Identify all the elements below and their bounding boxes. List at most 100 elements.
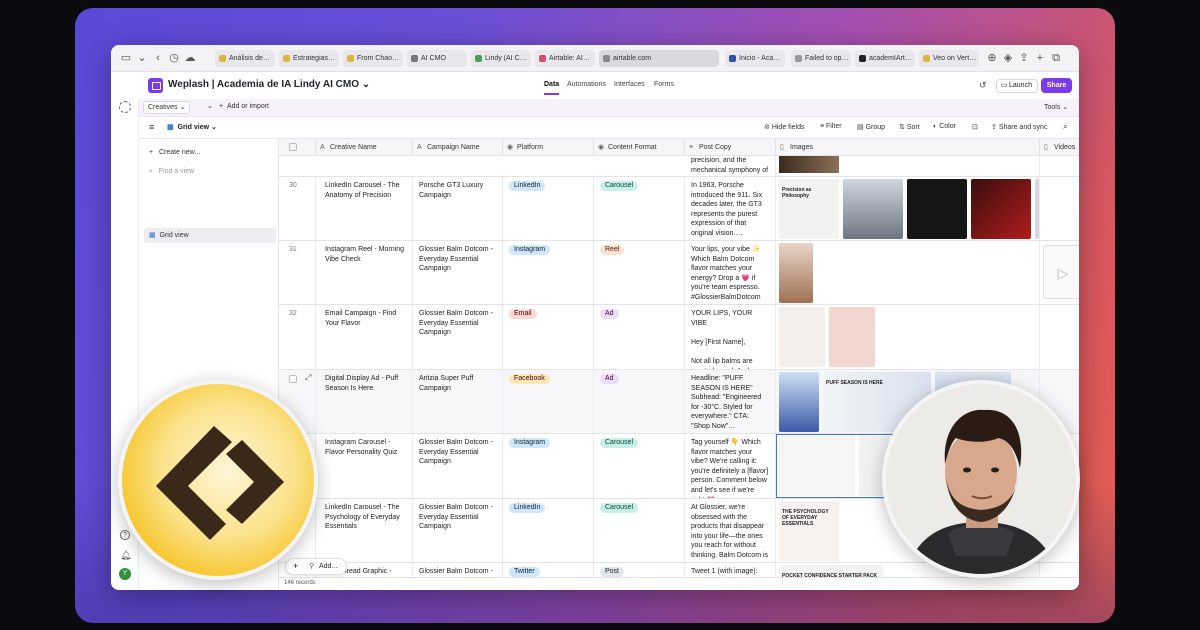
videos-cell[interactable] [1040, 156, 1079, 176]
image-thumbnail[interactable] [971, 179, 1031, 239]
tab-interfaces[interactable]: Interfaces [614, 81, 645, 88]
image-thumbnail[interactable]: THE PSYCHOLOGY OF EVERYDAY ESSENTIALS [779, 501, 839, 561]
platform-cell[interactable]: Instagram [503, 434, 594, 498]
shield-icon[interactable]: ◈ [1001, 51, 1015, 65]
image-thumbnail[interactable] [779, 372, 819, 432]
row-number-cell[interactable]: 32 [279, 305, 316, 369]
image-thumbnail[interactable] [843, 179, 903, 239]
platform-cell[interactable]: Twitter [503, 563, 594, 577]
filter-button[interactable]: ≡ Filter [820, 123, 842, 130]
download-icon[interactable]: ⊕ [985, 51, 999, 65]
post-copy-cell[interactable]: In 1963, Porsche introduced the 911. Six… [685, 177, 776, 240]
image-thumbnail[interactable] [779, 307, 825, 367]
content-format-cell[interactable]: Post [594, 563, 685, 577]
add-import-button[interactable]: + Add or import [219, 103, 269, 110]
images-cell[interactable]: Precision as Philosophy [776, 177, 1040, 240]
tab-forms[interactable]: Forms [654, 81, 674, 88]
campaign-name-cell[interactable]: Glossier Balm Dotcom - Everyday Essentia… [413, 434, 503, 498]
expand-record-icon[interactable]: ⤢ [305, 373, 311, 383]
creative-name-cell[interactable]: Instagram Carousel - Flavor Personality … [316, 434, 413, 498]
post-copy-cell[interactable]: Headline: "PUFF SEASON IS HERE" Subhead:… [685, 370, 776, 433]
column-header-content-format[interactable]: ◉ Content Format [594, 139, 685, 156]
post-copy-cell[interactable]: Your lips, your vibe ✨ Which Balm Dotcom… [685, 241, 776, 304]
videos-cell[interactable] [1040, 563, 1079, 577]
back-icon[interactable]: ‹ [151, 51, 165, 65]
content-format-cell[interactable]: Carousel [594, 499, 685, 562]
content-format-cell[interactable]: Ad [594, 370, 685, 433]
browser-tab[interactable]: academIArt… [855, 50, 915, 67]
sidebar-item-grid-view[interactable]: ▦ Grid view [144, 228, 276, 243]
row-height-icon[interactable]: ⊡ [972, 123, 978, 131]
browser-tab[interactable]: Análisis de… [215, 50, 275, 67]
platform-cell[interactable]: LinkedIn [503, 177, 594, 240]
create-new-view-button[interactable]: + Create new... [149, 149, 200, 156]
post-copy-cell[interactable]: Tag yourself 👇 Which flavor matches your… [685, 434, 776, 498]
table-row[interactable]: 31 Instagram Reel - Morning Vibe Check Glo… [279, 241, 1079, 305]
column-header-platform[interactable]: ◉ Platform [503, 139, 594, 156]
share-button[interactable]: Share [1041, 78, 1072, 93]
group-button[interactable]: ▤ Group [857, 123, 885, 131]
column-header-post-copy[interactable]: ≡ Post Copy [685, 139, 776, 156]
image-thumbnail[interactable] [829, 307, 875, 367]
tab-overview-icon[interactable]: ⧉ [1049, 51, 1063, 65]
campaign-name-cell[interactable]: Porsche GT3 Luxury Campaign [413, 177, 503, 240]
platform-cell[interactable]: Instagram [503, 241, 594, 304]
sort-button[interactable]: ⇅ Sort [899, 123, 920, 131]
image-thumbnail[interactable] [907, 179, 967, 239]
video-play-icon[interactable]: ▷ [1043, 245, 1079, 299]
history-icon[interactable]: ◷ [167, 51, 181, 65]
post-copy-cell[interactable]: precision, and the mechanical symphony o… [685, 156, 776, 176]
tab-automations[interactable]: Automations [567, 81, 606, 88]
campaign-name-cell[interactable]: Glossier Balm Dotcom - Everyday Essentia… [413, 499, 503, 562]
creative-name-cell[interactable]: LinkedIn Carousel - The Anatomy of Preci… [316, 177, 413, 240]
select-all-header[interactable] [279, 139, 316, 156]
sidebar-toggle-icon[interactable]: ▭ [119, 51, 133, 65]
image-thumbnail[interactable] [779, 436, 855, 496]
chevron-down-icon[interactable]: ⌄ [135, 51, 149, 65]
column-header-images[interactable]: ▯ Images [776, 139, 1040, 156]
videos-cell[interactable]: ▷ [1040, 241, 1079, 304]
share-sync-button[interactable]: ⇪ Share and sync [991, 123, 1047, 131]
campaign-name-cell[interactable]: Aritzia Super Puff Campaign [413, 370, 503, 433]
browser-tab[interactable]: Inicio - Aca… [725, 50, 785, 67]
images-cell[interactable] [776, 241, 1040, 304]
column-header-campaign-name[interactable]: A Campaign Name [413, 139, 503, 156]
table-row[interactable]: precision, and the mechanical symphony o… [279, 156, 1079, 177]
browser-tab[interactable]: Airtable: AI… [535, 50, 595, 67]
new-tab-icon[interactable]: + [1033, 51, 1047, 65]
column-header-videos[interactable]: ▯ Videos [1040, 139, 1079, 156]
images-cell[interactable] [776, 156, 1040, 176]
column-header-creative-name[interactable]: A Creative Name [316, 139, 413, 156]
row-number-cell[interactable]: 30 [279, 177, 316, 240]
menu-icon[interactable]: ≡ [149, 122, 154, 132]
creative-name-cell[interactable]: Email Campaign - Find Your Flavor [316, 305, 413, 369]
browser-tab[interactable]: AI CMO [407, 50, 467, 67]
share-icon[interactable]: ⇪ [1017, 51, 1031, 65]
row-number-cell[interactable]: 31 [279, 241, 316, 304]
content-format-cell[interactable]: Reel [594, 241, 685, 304]
browser-tab[interactable]: Failed to op… [791, 50, 851, 67]
post-copy-cell[interactable]: Tweet 1 (with image): [685, 563, 776, 577]
image-thumbnail[interactable] [779, 156, 839, 173]
image-thumbnail[interactable]: POCKET CONFIDENCE STARTER PACK [779, 565, 883, 577]
platform-cell[interactable]: LinkedIn [503, 499, 594, 562]
checkbox[interactable] [289, 143, 297, 152]
table-tab-creatives[interactable]: Creatives ⌄ [143, 101, 191, 114]
current-view-switcher[interactable]: ▦ Grid view ⌄ [167, 123, 217, 131]
browser-tab[interactable]: airtable.com [599, 50, 719, 67]
loading-icon[interactable] [119, 101, 131, 113]
content-format-cell[interactable]: Ad [594, 305, 685, 369]
campaign-name-cell[interactable]: Glossier Balm Dotcom - Everyday Essentia… [413, 305, 503, 369]
tools-menu[interactable]: Tools ⌄ [1044, 103, 1068, 111]
image-thumbnail[interactable]: Precision as Philosophy [779, 179, 839, 239]
browser-tab[interactable]: Veo on Vert… [919, 50, 979, 67]
history-icon[interactable]: ↺ [979, 80, 987, 91]
content-format-cell[interactable]: Carousel [594, 177, 685, 240]
base-title[interactable]: Weplash | Academia de IA Lindy AI CMO ⌄ [168, 79, 370, 90]
campaign-name-cell[interactable]: Glossier Balm Dotcom - [413, 563, 503, 577]
find-view-input[interactable]: ⌕ Find a view [149, 168, 194, 176]
creative-name-cell[interactable]: Instagram Reel - Morning Vibe Check [316, 241, 413, 304]
table-row[interactable]: 32 Email Campaign - Find Your Flavor Gloss… [279, 305, 1079, 370]
content-format-cell[interactable]: Carousel [594, 434, 685, 498]
platform-cell[interactable]: Facebook [503, 370, 594, 433]
